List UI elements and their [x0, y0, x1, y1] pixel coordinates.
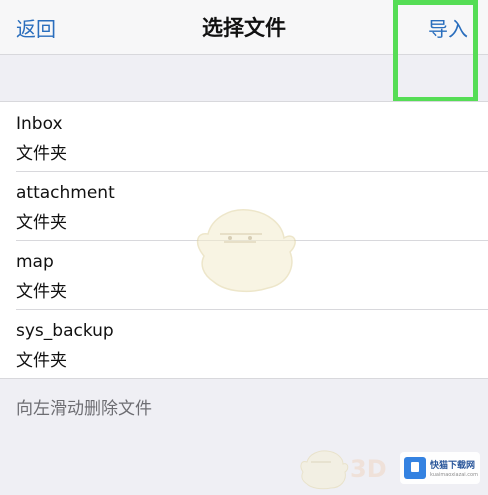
file-name: attachment	[16, 183, 115, 203]
file-name: Inbox	[16, 114, 63, 134]
file-name: sys_backup	[16, 321, 114, 341]
list-item-sys-backup[interactable]: sys_backup 文件夹	[0, 309, 488, 378]
mascot-watermark-icon	[196, 209, 296, 293]
file-type: 文件夹	[16, 351, 67, 371]
list-item-inbox[interactable]: Inbox 文件夹	[0, 102, 488, 171]
swipe-hint-text: 向左滑动删除文件	[16, 399, 152, 419]
mascot-watermark-small-icon	[300, 450, 349, 490]
brand-name: 快猫下载网	[430, 461, 476, 471]
brand-url: kuaimaoxiazai.com	[430, 472, 478, 478]
brand-watermark-badge: 快猫下载网 kuaimaoxiazai.com	[400, 452, 480, 484]
file-name: map	[16, 252, 54, 272]
watermark-3d-text: 3D	[350, 455, 387, 483]
import-button[interactable]: 导入	[428, 13, 468, 42]
file-type: 文件夹	[16, 213, 67, 233]
file-type: 文件夹	[16, 144, 67, 164]
file-type: 文件夹	[16, 282, 67, 302]
brand-logo-icon	[404, 457, 426, 479]
